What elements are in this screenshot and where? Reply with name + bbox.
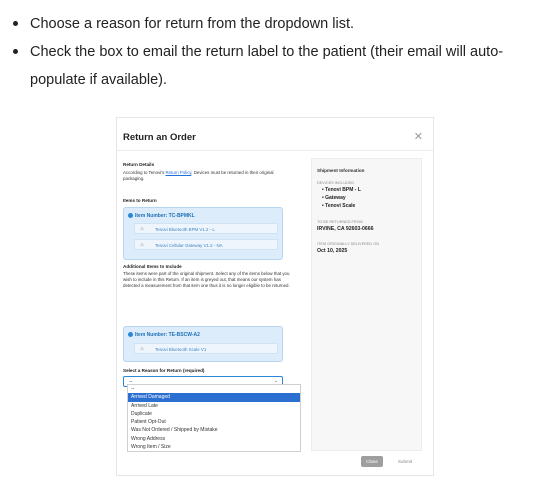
modal-title: Return an Order	[123, 132, 196, 143]
reason-option[interactable]: Wrong Address	[128, 435, 300, 443]
item-row-text: Tenovi Bluetooth BPM V1.2 - L	[155, 227, 215, 232]
bullet-icon	[13, 49, 18, 54]
bullet-icon	[13, 21, 18, 26]
delivered-on-value: Oct 10, 2025	[317, 248, 348, 254]
document-icon: ⚠	[140, 242, 145, 247]
submit-button[interactable]: Submit	[392, 456, 418, 467]
item-row[interactable]: ⚠ Tenovi Bluetooth Scale V1	[134, 343, 278, 354]
items-to-return-heading: Items to Return	[123, 198, 157, 203]
reason-option[interactable]: --	[128, 385, 300, 393]
item-number: Item Number: TC-BPMKL	[128, 213, 195, 219]
item-box[interactable]: Item Number: TC-BPMKL ⚠ Tenovi Bluetooth …	[123, 207, 283, 260]
item-box[interactable]: Item Number: TE-BSCW-A2 ⚠ Tenovi Bluetoot…	[123, 326, 283, 362]
returned-from-label: TO BE RETURNED FROM	[317, 220, 363, 224]
additional-items-text: These items were part of the original sh…	[123, 271, 290, 288]
reason-option[interactable]: Wrong Item / Size	[128, 443, 300, 451]
item-row[interactable]: ⚠ Tenovi Cellular Gateway V1.2 - NA	[134, 239, 278, 250]
item-number-text: Item Number: TE-BSCW-A2	[135, 332, 200, 338]
device-name: Tenovi Scale	[325, 203, 356, 209]
return-details-heading: Return Details	[123, 162, 155, 167]
reason-option[interactable]: Was Not Ordered / Shipped by Mistake	[128, 426, 300, 434]
instruction-item: Check the box to email the return label …	[0, 38, 553, 94]
device-item: • Tenovi BPM - L	[322, 187, 361, 193]
shipment-information-panel: Shipment Information DEVICES INCLUDED • …	[311, 158, 422, 451]
document-icon: ⚠	[140, 226, 145, 231]
reason-label: Select a Reason for Return (required)	[123, 368, 205, 373]
checked-circle-icon	[128, 332, 133, 338]
close-button[interactable]: Close	[361, 456, 383, 467]
additional-items-heading: Additional Items to Include	[123, 264, 182, 269]
header-divider	[117, 150, 433, 151]
checked-circle-icon	[128, 213, 133, 219]
reason-option[interactable]: Duplicate	[128, 410, 300, 418]
item-row[interactable]: ⚠ Tenovi Bluetooth BPM V1.2 - L	[134, 223, 278, 234]
reason-dropdown-list: -- Arrived Damaged Arrived Late Duplicat…	[127, 384, 301, 453]
close-icon[interactable]: ✕	[414, 130, 423, 143]
reason-option[interactable]: Arrived Late	[128, 402, 300, 410]
instruction-item: Choose a reason for return from the drop…	[0, 10, 553, 38]
instruction-text: Choose a reason for return from the drop…	[30, 16, 354, 32]
device-name: Gateway	[325, 195, 346, 201]
item-row-text: Tenovi Bluetooth Scale V1	[155, 347, 207, 352]
item-row-text: Tenovi Cellular Gateway V1.2 - NA	[155, 243, 223, 248]
reason-option-highlighted[interactable]: Arrived Damaged	[128, 393, 300, 402]
return-order-modal: Return an Order ✕ Return Details Accordi…	[116, 117, 434, 476]
device-item: • Tenovi Scale	[322, 203, 356, 209]
return-policy-text: According to Tenovi's Return Policy, Dev…	[123, 170, 293, 182]
instruction-text: Check the box to email the return label …	[30, 44, 504, 88]
delivered-on-label: ITEM ORIGINALLY DELIVERED ON	[317, 242, 379, 246]
item-number-text: Item Number: TC-BPMKL	[135, 213, 195, 219]
shipment-heading: Shipment Information	[317, 168, 365, 173]
return-policy-link[interactable]: Return Policy	[166, 170, 192, 175]
device-item: • Gateway	[322, 195, 346, 201]
device-name: Tenovi BPM - L	[325, 187, 361, 193]
document-icon: ⚠	[140, 346, 145, 351]
reason-option[interactable]: Patient Opt-Out	[128, 418, 300, 426]
returned-from-value: IRVINE, CA 92603-0666	[317, 226, 374, 232]
policy-text-before: According to Tenovi's	[123, 170, 166, 175]
item-number: Item Number: TE-BSCW-A2	[128, 332, 200, 338]
devices-included-label: DEVICES INCLUDED	[317, 181, 355, 185]
